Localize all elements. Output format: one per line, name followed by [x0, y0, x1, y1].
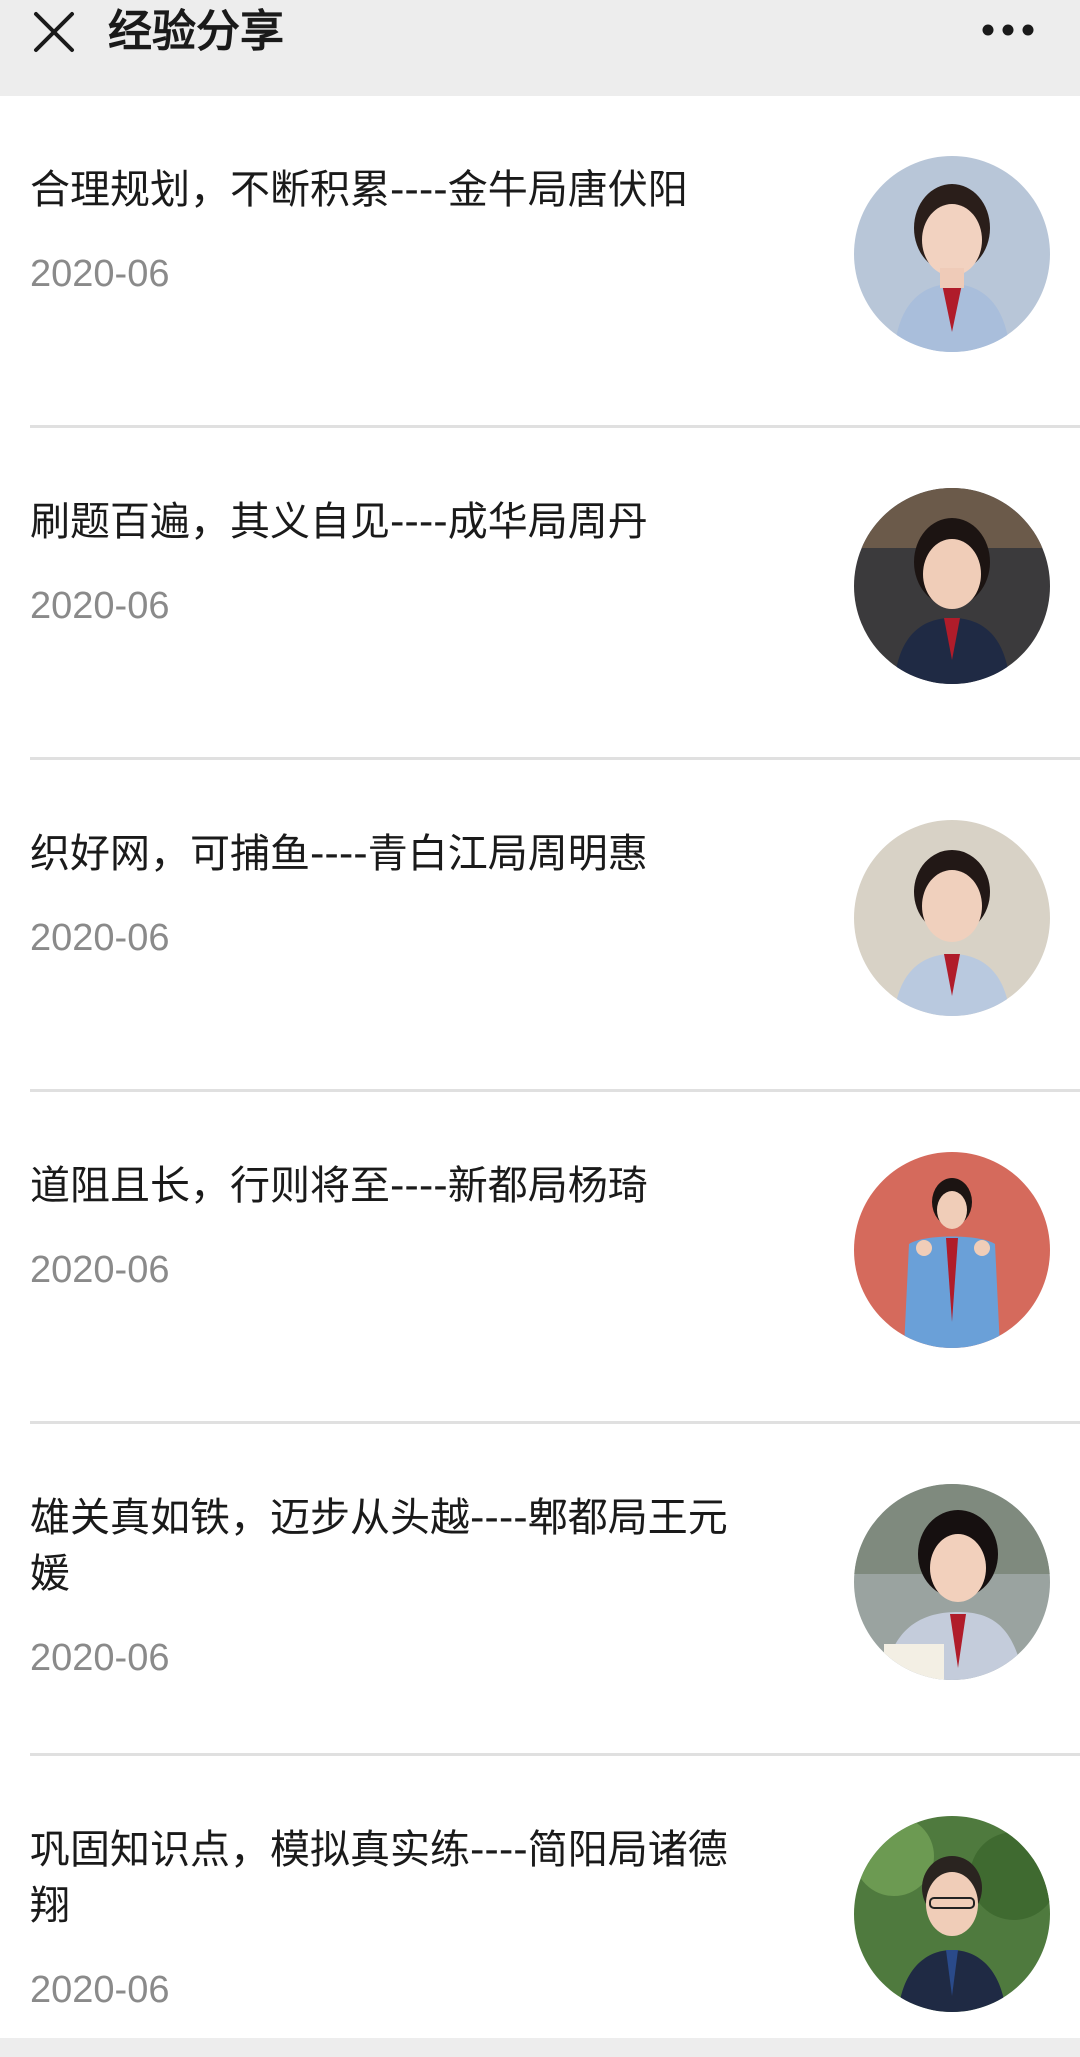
article-list: 合理规划，不断积累----金牛局唐伏阳 2020-06 刷题百遍，其义自见---… [0, 96, 1080, 2038]
article-text: 道阻且长，行则将至----新都局杨琦 2020-06 [30, 1158, 760, 1292]
article-date: 2020-06 [30, 253, 170, 295]
article-title: 刷题百遍，其义自见----成华局周丹 [30, 499, 648, 545]
article-thumbnail [854, 488, 1050, 684]
article-item[interactable]: 合理规划，不断积累----金牛局唐伏阳 2020-06 [0, 96, 1080, 428]
article-item[interactable]: 雄关真如铁，迈步从头越----郫都局王元媛 2020-06 [0, 1424, 1080, 1756]
article-text: 巩固知识点，模拟真实练----简阳局诸德翔 2020-06 [30, 1822, 760, 2012]
article-thumbnail [854, 1816, 1050, 2012]
article-title: 合理规划，不断积累----金牛局唐伏阳 [30, 167, 688, 213]
article-text: 雄关真如铁，迈步从头越----郫都局王元媛 2020-06 [30, 1490, 760, 1680]
article-text: 合理规划，不断积累----金牛局唐伏阳 2020-06 [30, 162, 760, 296]
article-text: 织好网，可捕鱼----青白江局周明惠 2020-06 [30, 826, 760, 960]
article-date: 2020-06 [30, 1969, 170, 2011]
article-title: 雄关真如铁，迈步从头越----郫都局王元媛 [30, 1495, 728, 1597]
bottom-strip [0, 2038, 1080, 2057]
article-thumbnail [854, 820, 1050, 1016]
article-date: 2020-06 [30, 1249, 170, 1291]
article-item[interactable]: 刷题百遍，其义自见----成华局周丹 2020-06 [0, 428, 1080, 760]
article-date: 2020-06 [30, 585, 170, 627]
article-item[interactable]: 织好网，可捕鱼----青白江局周明惠 2020-06 [0, 760, 1080, 1092]
article-thumbnail [854, 1152, 1050, 1348]
close-icon[interactable] [30, 8, 78, 56]
article-item[interactable]: 巩固知识点，模拟真实练----简阳局诸德翔 2020-06 [0, 1756, 1080, 2038]
navigation-bar: 经验分享 [0, 0, 1080, 96]
article-thumbnail [854, 156, 1050, 352]
more-icon[interactable] [980, 22, 1036, 38]
article-thumbnail [854, 1484, 1050, 1680]
article-title: 道阻且长，行则将至----新都局杨琦 [30, 1163, 648, 1209]
article-text: 刷题百遍，其义自见----成华局周丹 2020-06 [30, 494, 760, 628]
article-title: 巩固知识点，模拟真实练----简阳局诸德翔 [30, 1827, 728, 1929]
article-item[interactable]: 道阻且长，行则将至----新都局杨琦 2020-06 [0, 1092, 1080, 1424]
article-date: 2020-06 [30, 1637, 170, 1679]
article-title: 织好网，可捕鱼----青白江局周明惠 [30, 831, 648, 877]
article-date: 2020-06 [30, 917, 170, 959]
page-title: 经验分享 [108, 6, 284, 57]
